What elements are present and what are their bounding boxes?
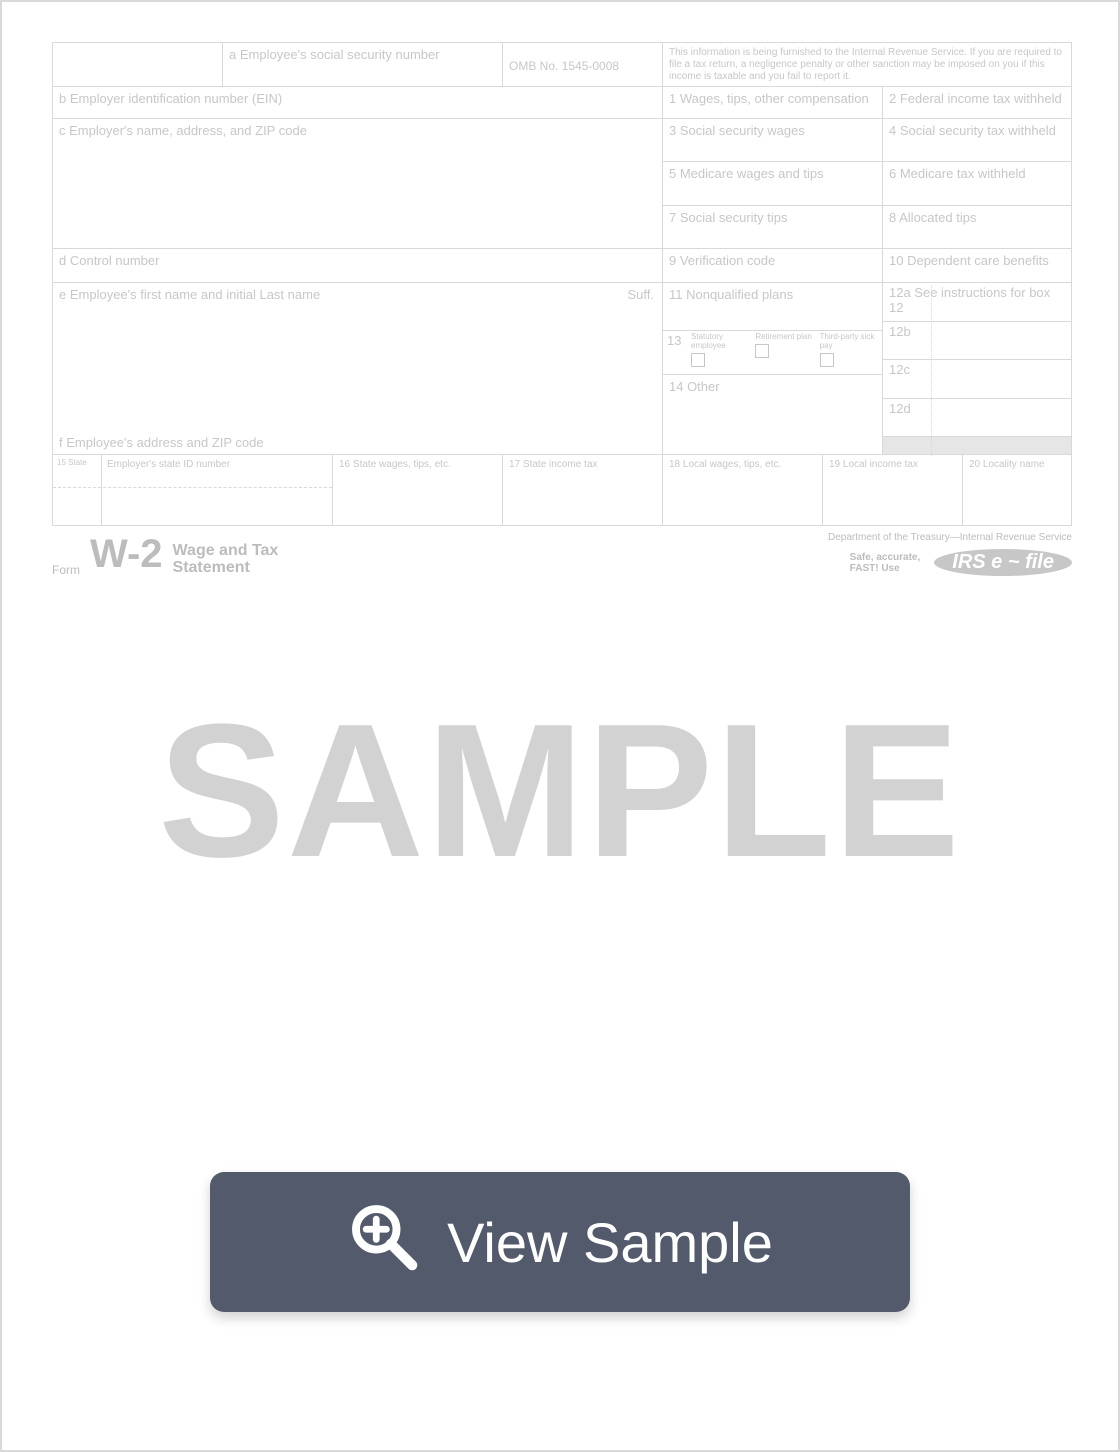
box-12a: 12a See instructions for box 12 <box>889 285 1065 319</box>
box-a: a Employee's social security number <box>223 43 503 86</box>
box-f-label: f Employee's address and ZIP code <box>59 435 264 450</box>
box-d: d Control number <box>53 249 663 282</box>
sample-watermark: SAMPLE <box>2 682 1118 900</box>
wage-line1: Wage and Tax <box>173 542 279 559</box>
form-footer: Form W-2 Wage and Tax Statement Departme… <box>52 532 1072 577</box>
w2-code: W-2 <box>90 532 163 577</box>
box-4: 4 Social security tax withheld <box>883 119 1071 162</box>
box-c: c Employer's name, address, and ZIP code <box>53 119 663 248</box>
box-8: 8 Allocated tips <box>883 206 1071 248</box>
box-13-ret: Retirement plan <box>755 333 813 342</box>
safe1: Safe, accurate, <box>850 552 921 563</box>
box-12c: 12c <box>883 360 1071 399</box>
box-15b: Employer's state ID number <box>107 459 230 470</box>
box-3: 3 Social security wages <box>663 119 882 162</box>
box-17: 17 State income tax <box>503 455 663 525</box>
box-13-stat: Statutory employee <box>691 333 749 351</box>
view-sample-label: View Sample <box>447 1210 773 1275</box>
wage-line2: Statement <box>173 559 250 576</box>
box-2: 2 Federal income tax withheld <box>883 87 1071 118</box>
box-13: 13 Statutory employee Retirement plan Th… <box>663 331 882 375</box>
box-13-num: 13 <box>667 333 685 372</box>
box-1: 1 Wages, tips, other compensation <box>663 87 883 118</box>
box-10: 10 Dependent care benefits <box>883 249 1071 282</box>
box-12b: 12b <box>883 322 1071 361</box>
info-text: This information is being furnished to t… <box>663 43 1071 86</box>
omb-number: OMB No. 1545-0008 <box>503 43 663 86</box>
box-12d: 12d <box>883 399 1071 438</box>
zoom-in-icon <box>347 1200 419 1285</box>
form-word: Form <box>52 563 80 577</box>
box-14: 14 Other <box>663 375 882 454</box>
box-e: e Employee's first name and initial Last… <box>53 283 663 454</box>
box-11: 11 Nonqualified plans <box>663 283 882 331</box>
page-container: a Employee's social security number OMB … <box>0 0 1120 1452</box>
box-b: b Employer identification number (EIN) <box>53 87 663 118</box>
box-15: 15 State <box>57 459 87 468</box>
dept-line: Department of the Treasury—Internal Reve… <box>828 532 1072 543</box>
suff-label: Suff. <box>627 287 654 302</box>
efile-badge: IRS e ~ file <box>934 549 1072 576</box>
box-20: 20 Locality name <box>963 455 1071 525</box>
w2-form: a Employee's social security number OMB … <box>52 42 1072 577</box>
view-sample-button[interactable]: View Sample <box>210 1172 910 1312</box>
box-7: 7 Social security tips <box>663 206 882 248</box>
box-19: 19 Local income tax <box>823 455 963 525</box>
box-13-sick: Third-party sick pay <box>820 333 878 351</box>
box-5: 5 Medicare wages and tips <box>663 162 882 205</box>
box-18: 18 Local wages, tips, etc. <box>663 455 823 525</box>
box-6: 6 Medicare tax withheld <box>883 162 1071 205</box>
safe2: FAST! Use <box>850 563 900 574</box>
box-e-label: e Employee's first name and initial Last… <box>59 287 320 302</box>
box-16: 16 State wages, tips, etc. <box>333 455 503 525</box>
box-9: 9 Verification code <box>663 249 883 282</box>
